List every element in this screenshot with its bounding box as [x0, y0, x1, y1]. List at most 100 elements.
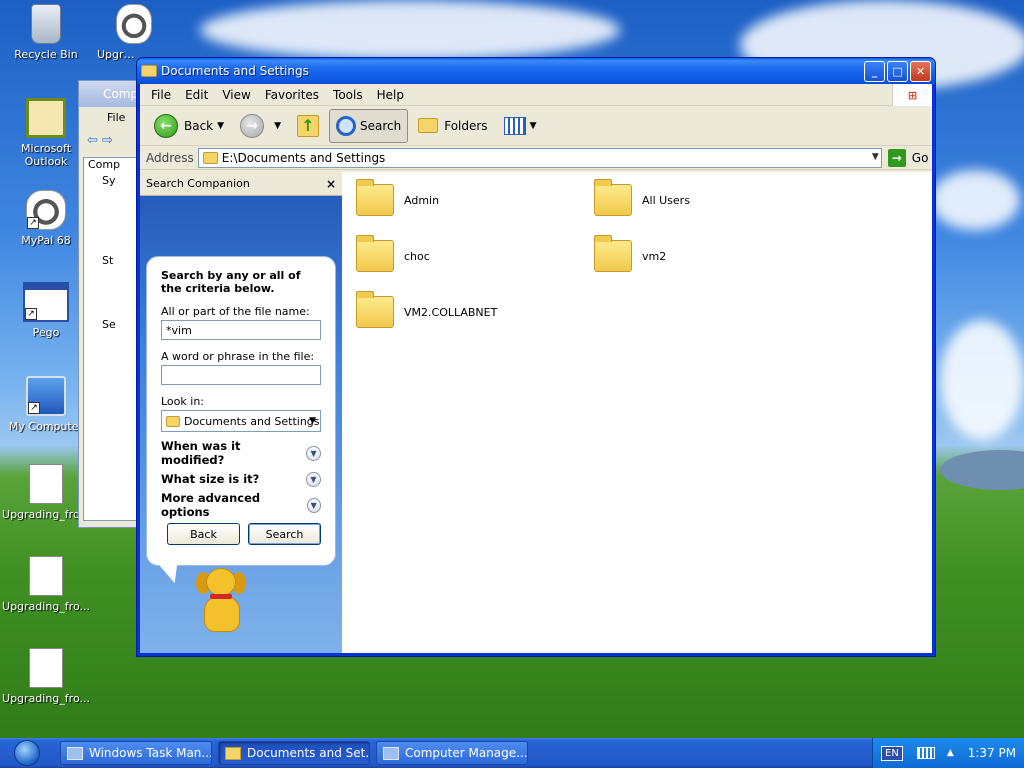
tree-item[interactable]: Se [84, 318, 142, 334]
desktop-icon-label: Recycle Bin [14, 48, 78, 61]
tree-item[interactable]: Comp [84, 158, 142, 174]
folder-icon [356, 291, 394, 328]
tree-item[interactable]: St [84, 254, 142, 270]
menu-edit[interactable]: Edit [178, 88, 215, 102]
folder-item-admin[interactable]: Admin [356, 179, 440, 216]
phrase-input[interactable] [161, 365, 321, 385]
task-label: Windows Task Man... [89, 746, 212, 760]
desktop-icon-upgrading-1[interactable]: Upgradi [92, 4, 152, 61]
tree-item[interactable] [84, 286, 142, 302]
menu-help[interactable]: Help [370, 88, 411, 102]
filename-input[interactable] [161, 320, 321, 340]
chevron-down-icon[interactable]: ▼ [872, 152, 879, 162]
search-companion-pane: Search Companion × Search by any or all … [140, 172, 342, 653]
option-label: What size is it? [161, 472, 260, 486]
desktop-icon-label: Upgrading_fro... [2, 692, 90, 705]
folders-button[interactable]: Folders [412, 109, 493, 143]
explorer-window[interactable]: Documents and Settings _ □ ✕ File Edit V… [137, 58, 935, 656]
chevron-down-icon[interactable]: ▼ [306, 497, 321, 513]
chevron-down-icon[interactable]: ▼ [306, 471, 321, 487]
search-companion-title: Search Companion [146, 177, 250, 190]
bg-window-tree[interactable]: Comp Sy St Se [83, 157, 143, 521]
chevron-down-icon[interactable]: ▼ [217, 121, 224, 131]
close-icon[interactable]: × [326, 177, 336, 191]
computer-management-icon [383, 746, 399, 760]
folder-icon [356, 179, 394, 216]
shortcut-arrow-icon: ↗ [27, 217, 39, 229]
folders-icon [418, 118, 439, 133]
task-label: Computer Manage... [405, 746, 528, 760]
recycle-bin-icon [31, 4, 61, 44]
folder-item-vm2[interactable]: vm2 [594, 235, 666, 272]
keyboard-icon[interactable] [916, 747, 935, 759]
folder-item-vm2-collabnet[interactable]: VM2.COLLABNET [356, 291, 498, 328]
search-label: Search [359, 118, 402, 133]
tree-item[interactable] [84, 302, 142, 318]
folder-icon [594, 235, 632, 272]
folder-name: Admin [404, 193, 440, 207]
search-button[interactable]: Search [328, 108, 409, 143]
forward-button[interactable]: → ▼ [234, 109, 287, 143]
show-hidden-icons-icon[interactable]: ▲ [947, 748, 954, 758]
desktop-icon-upgrading-3[interactable]: Upgrading_fro... [0, 556, 92, 613]
outlook-icon [26, 98, 66, 138]
up-button[interactable]: ↑ [291, 109, 325, 143]
folder-name: VM2.COLLABNET [404, 305, 498, 319]
companion-back-button[interactable]: Back [167, 523, 240, 545]
address-input[interactable]: E:\Documents and Settings ▼ [197, 147, 882, 168]
tree-item[interactable] [84, 190, 142, 206]
raccoon-icon: ↗ [26, 190, 66, 230]
chevron-down-icon[interactable]: ▼ [306, 445, 321, 461]
option-modified[interactable]: When was it modified? ▼ [161, 439, 321, 467]
close-button[interactable]: ✕ [910, 60, 931, 82]
language-indicator[interactable]: EN [881, 745, 903, 761]
menu-file[interactable]: File [144, 88, 178, 102]
option-label: More advanced options [161, 491, 261, 519]
tree-item[interactable] [84, 238, 142, 254]
folder-icon [356, 235, 394, 272]
system-tray: EN ▲ 1:37 PM [872, 738, 1024, 768]
clock[interactable]: 1:37 PM [968, 746, 1016, 760]
menu-tools[interactable]: Tools [326, 88, 370, 102]
desktop-icon-upgrading-4[interactable]: Upgrading_fro... [0, 648, 92, 705]
option-size[interactable]: What size is it? ▼ [161, 466, 321, 492]
lookin-select[interactable]: Documents and Settings ▼ [161, 410, 321, 432]
back-label: Back [184, 118, 214, 133]
tree-item[interactable] [84, 222, 142, 238]
go-button[interactable]: → Go [887, 148, 928, 167]
minimize-button[interactable]: _ [864, 60, 885, 82]
menu-view[interactable]: View [215, 88, 257, 102]
maximize-button[interactable]: □ [887, 60, 908, 82]
menu-favorites[interactable]: Favorites [258, 88, 326, 102]
shortcut-arrow-icon: ↗ [25, 308, 37, 320]
windows-orb-icon [14, 740, 40, 766]
tree-item[interactable]: Sy [84, 174, 142, 190]
folder-icon [166, 415, 180, 427]
search-bubble: Search by any or all of the criteria bel… [146, 256, 336, 583]
task-button-task-manager[interactable]: Windows Task Man... [60, 741, 212, 765]
document-raccoon-icon [29, 648, 63, 688]
window-titlebar[interactable]: Documents and Settings _ □ ✕ [137, 58, 935, 84]
raccoon-icon [116, 4, 152, 44]
desktop-icon-recycle-bin[interactable]: Recycle Bin [0, 4, 92, 61]
chevron-down-icon[interactable]: ▼ [274, 121, 281, 131]
lookin-label: Look in: [161, 395, 204, 408]
option-advanced[interactable]: More advanced options ▼ [161, 491, 321, 519]
views-button[interactable]: ▼ [498, 109, 543, 143]
tree-item[interactable] [84, 270, 142, 286]
tree-item[interactable] [84, 206, 142, 222]
search-hint: Search by any or all of the criteria bel… [161, 269, 301, 295]
companion-search-button[interactable]: Search [248, 523, 321, 545]
bubble-tail [157, 563, 185, 583]
search-dog-icon[interactable] [192, 568, 252, 634]
task-button-computer-management[interactable]: Computer Manage... [376, 741, 528, 765]
start-button[interactable] [0, 738, 54, 768]
folders-label: Folders [444, 118, 488, 133]
folder-item-all-users[interactable]: All Users [594, 179, 690, 216]
back-button[interactable]: ← Back ▼ [148, 109, 230, 143]
folder-item-choc[interactable]: choc [356, 235, 430, 272]
forward-arrow-icon: → [240, 113, 265, 138]
phrase-label: A word or phrase in the file: [161, 350, 315, 363]
task-button-documents[interactable]: Documents and Set... [218, 741, 370, 765]
desktop-icon-label: Upgradi [97, 48, 138, 61]
